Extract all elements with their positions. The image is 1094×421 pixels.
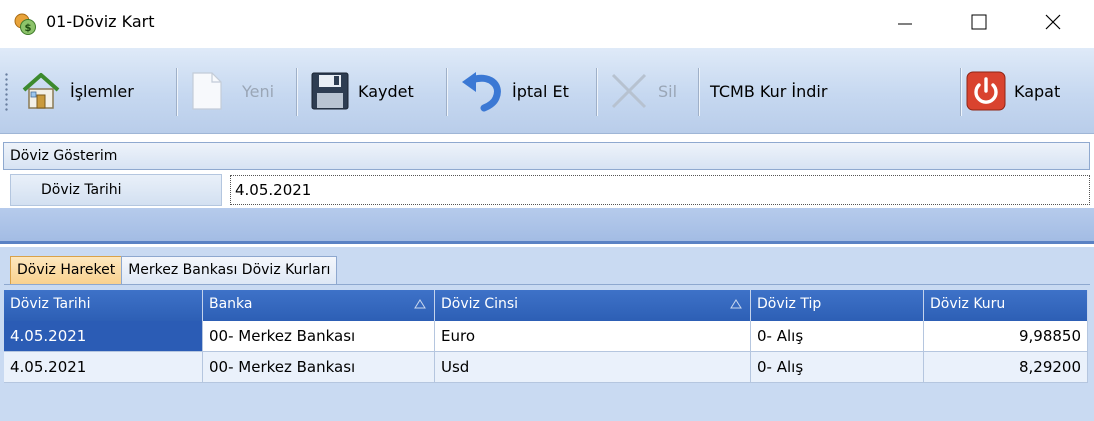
sil-button[interactable]: Sil [608, 56, 677, 126]
maximize-button[interactable] [950, 0, 1008, 44]
cell-banka[interactable]: 00- Merkez Bankası [203, 321, 435, 352]
power-icon [966, 71, 1006, 111]
title-bar: $ 01-Döviz Kart [0, 0, 1094, 44]
sort-triangle-icon [414, 299, 426, 309]
column-header-doviz-kuru[interactable]: Döviz Kuru [924, 290, 1088, 321]
tab-panel: Döviz Hareket Merkez Bankası Döviz Kurla… [0, 247, 1094, 421]
kaydet-button[interactable]: Kaydet [310, 56, 414, 126]
doviz-tarihi-label: Döviz Tarihi [10, 174, 222, 206]
doviz-tarihi-field[interactable]: 4.05.2021 [230, 175, 1090, 205]
tab-doviz-hareket[interactable]: Döviz Hareket [10, 256, 123, 285]
column-header-label: Döviz Tip [757, 296, 822, 312]
cell-doviz-cinsi[interactable]: Euro [435, 321, 751, 352]
toolbar-separator [960, 68, 961, 116]
sil-label: Sil [658, 81, 678, 101]
toolbar-separator [596, 68, 597, 116]
tcmb-kur-indir-label: TCMB Kur İndir [710, 81, 828, 101]
new-document-icon [192, 72, 222, 110]
iptal-et-label: İptal Et [512, 81, 569, 101]
cell-doviz-tip[interactable]: 0- Alış [751, 321, 924, 352]
kaydet-label: Kaydet [358, 81, 414, 101]
column-header-doviz-cinsi[interactable]: Döviz Cinsi [435, 290, 751, 321]
grid-header-row: Döviz Tarihi Banka Döviz Cinsi Döviz Tip… [4, 290, 1088, 321]
column-header-label: Döviz Cinsi [441, 296, 519, 312]
kapat-label: Kapat [1014, 81, 1061, 101]
cell-doviz-kuru[interactable]: 8,29200 [924, 352, 1088, 383]
column-header-doviz-tip[interactable]: Döviz Tip [751, 290, 924, 321]
toolbar-separator [176, 68, 177, 116]
toolbar-separator [296, 68, 297, 116]
column-header-doviz-tarihi[interactable]: Döviz Tarihi [4, 290, 203, 321]
cell-doviz-cinsi[interactable]: Usd [435, 352, 751, 383]
toolbar-separator [698, 68, 699, 116]
toolbar: İşlemler Yeni Kaydet İptal Et Sil TCMB K… [0, 48, 1094, 134]
close-icon [1045, 14, 1061, 30]
delete-x-icon [611, 73, 647, 109]
table-row[interactable]: 4.05.2021 00- Merkez Bankası Usd 0- Alış… [4, 352, 1088, 383]
doviz-grid: Döviz Tarihi Banka Döviz Cinsi Döviz Tip… [4, 290, 1088, 383]
svg-text:$: $ [25, 23, 32, 34]
cell-doviz-kuru[interactable]: 9,98850 [924, 321, 1088, 352]
yeni-label: Yeni [242, 81, 275, 101]
tcmb-kur-indir-button[interactable]: TCMB Kur İndir [702, 56, 827, 126]
field-row-doviz-tarihi: Döviz Tarihi 4.05.2021 [10, 174, 1090, 206]
islemler-label: İşlemler [70, 81, 134, 101]
maximize-icon [971, 14, 987, 30]
tab-merkez-bankasi-doviz-kurlari[interactable]: Merkez Bankası Döviz Kurları [121, 256, 338, 285]
column-header-label: Döviz Tarihi [10, 296, 91, 312]
group-header-doviz-gosterim: Döviz Gösterim [3, 142, 1090, 170]
cell-banka[interactable]: 00- Merkez Bankası [203, 352, 435, 383]
toolbar-separator [446, 68, 447, 116]
house-icon [22, 73, 60, 109]
yeni-button[interactable]: Yeni [190, 56, 274, 126]
tab-strip: Döviz Hareket Merkez Bankası Döviz Kurla… [10, 256, 338, 285]
minimize-button[interactable] [876, 0, 934, 44]
cell-doviz-tarihi[interactable]: 4.05.2021 [4, 352, 203, 383]
minimize-icon [898, 23, 912, 25]
close-window-button[interactable] [1024, 0, 1082, 44]
window-title: 01-Döviz Kart [46, 12, 155, 31]
cell-doviz-tip[interactable]: 0- Alış [751, 352, 924, 383]
floppy-disk-icon [311, 72, 349, 110]
toolbar-grip[interactable] [5, 72, 8, 112]
column-header-banka[interactable]: Banka [203, 290, 435, 321]
table-row[interactable]: 4.05.2021 00- Merkez Bankası Euro 0- Alı… [4, 321, 1088, 352]
iptal-et-button[interactable]: İptal Et [458, 56, 569, 126]
tab-divider [4, 284, 1090, 285]
form-bottom-band [0, 208, 1094, 244]
cell-doviz-tarihi[interactable]: 4.05.2021 [4, 321, 203, 352]
sort-triangle-icon [730, 299, 742, 309]
islemler-button[interactable]: İşlemler [20, 56, 134, 126]
currency-coins-icon: $ [14, 13, 36, 35]
column-header-label: Döviz Kuru [930, 296, 1006, 312]
kapat-button[interactable]: Kapat [966, 56, 1060, 126]
undo-arrow-icon [462, 72, 501, 112]
column-header-label: Banka [209, 296, 253, 312]
